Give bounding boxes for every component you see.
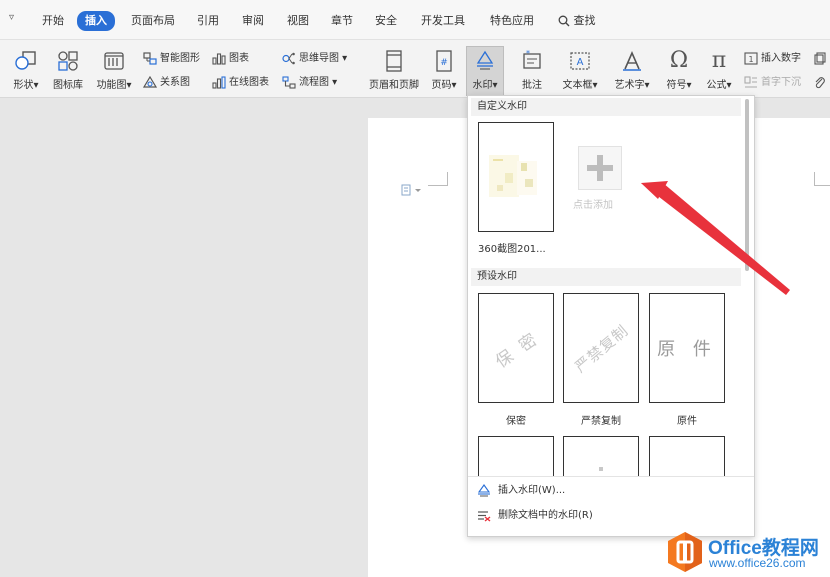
wps-writer-window: ▿ 开始 插入 页面布局 引用 审阅 视图 章节 安全 开发工具 特色应用 查找… <box>0 0 830 577</box>
site-logo: Office教程网 www.office26.com <box>666 528 830 577</box>
office-logo-icon <box>668 532 702 572</box>
logo-site-url: www.office26.com <box>709 556 806 570</box>
annotation-arrow <box>641 181 790 295</box>
